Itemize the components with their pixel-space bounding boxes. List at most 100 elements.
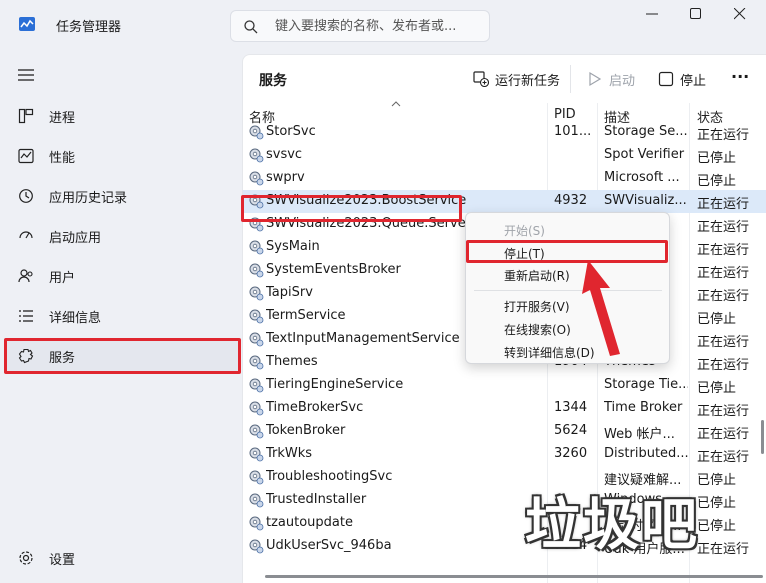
service-status: 已停止 bbox=[697, 519, 737, 534]
service-status: 正在运行 bbox=[697, 197, 750, 212]
menu-item-go-to-details[interactable]: 转到详细信息(D) bbox=[466, 340, 671, 362]
service-status: 已停止 bbox=[697, 312, 737, 327]
minimize-button[interactable] bbox=[632, 4, 672, 26]
service-description: Web 帐户... bbox=[604, 427, 675, 442]
service-name: swprv bbox=[266, 170, 305, 185]
menu-item-open-services[interactable]: 打开服务(V) bbox=[466, 294, 671, 316]
nav-item-startup-apps[interactable]: 启动应用 bbox=[6, 218, 238, 254]
close-icon bbox=[734, 8, 746, 20]
menu-separator bbox=[474, 290, 662, 291]
menu-item-label: 在线搜索(O) bbox=[504, 323, 571, 337]
service-gear-icon bbox=[248, 147, 264, 163]
service-status: 正在运行 bbox=[697, 358, 750, 373]
service-gear-icon bbox=[248, 285, 264, 301]
service-name: TroubleshootingSvc bbox=[266, 469, 393, 484]
toolbar-divider bbox=[570, 65, 571, 93]
table-row[interactable]: StorSvc 101... Storage Se... 正在运行 bbox=[243, 121, 766, 144]
service-gear-icon bbox=[248, 400, 264, 416]
startup-apps-icon bbox=[19, 231, 33, 239]
stop-button[interactable]: 停止 bbox=[658, 67, 710, 91]
start-button[interactable]: 启动 bbox=[587, 67, 639, 91]
service-pid: 3260 bbox=[554, 446, 588, 461]
watermark: 垃圾吧 bbox=[525, 493, 699, 558]
service-pid: 101... bbox=[554, 124, 592, 139]
service-description: Distributed... bbox=[604, 446, 688, 461]
processes-icon bbox=[18, 108, 34, 124]
service-name: TieringEngineService bbox=[266, 377, 404, 392]
nav-item-processes[interactable]: 进程 bbox=[6, 98, 238, 134]
close-button[interactable] bbox=[720, 4, 760, 26]
table-row[interactable]: TimeBrokerSvc 1344 Time Broker 正在运行 bbox=[243, 397, 766, 420]
nav-label: 性能 bbox=[49, 151, 76, 166]
service-name: tzautoupdate bbox=[266, 515, 353, 530]
service-name: TimeBrokerSvc bbox=[266, 400, 364, 415]
service-status: 正在运行 bbox=[697, 404, 750, 419]
table-row[interactable]: TieringEngineService Storage Tie... 已停止 bbox=[243, 374, 766, 397]
table-row[interactable]: TokenBroker 5624 Web 帐户... 正在运行 bbox=[243, 420, 766, 443]
service-status: 正在运行 bbox=[697, 128, 750, 143]
menu-item-search-online[interactable]: 在线搜索(O) bbox=[466, 317, 671, 339]
run-new-task-label: 运行新任务 bbox=[495, 74, 561, 89]
nav-item-users[interactable]: 用户 bbox=[6, 258, 238, 294]
nav-item-performance[interactable]: 性能 bbox=[6, 138, 238, 174]
nav-label: 应用历史记录 bbox=[49, 191, 128, 206]
nav-item-app-history[interactable]: 应用历史记录 bbox=[6, 178, 238, 214]
service-status: 已停止 bbox=[697, 496, 737, 511]
service-gear-icon bbox=[248, 308, 264, 324]
gear-icon bbox=[19, 551, 33, 565]
table-row[interactable]: swprv Microsoft ... 已停止 bbox=[243, 167, 766, 190]
service-description: Time Broker bbox=[604, 400, 683, 415]
service-description: Spot Verifier bbox=[604, 147, 685, 162]
service-gear-icon bbox=[248, 515, 264, 531]
service-status: 正在运行 bbox=[697, 289, 750, 304]
service-name: TrkWks bbox=[266, 446, 313, 461]
stop-label: 停止 bbox=[680, 74, 707, 89]
service-gear-icon bbox=[248, 446, 264, 462]
app-history-icon bbox=[19, 189, 33, 203]
red-arrow-icon bbox=[582, 260, 620, 356]
more-options-icon: ··· bbox=[731, 67, 750, 86]
highlight-selected-service bbox=[241, 195, 462, 222]
service-name: TokenBroker bbox=[266, 423, 346, 438]
service-gear-icon bbox=[248, 262, 264, 278]
service-status: 已停止 bbox=[697, 174, 737, 189]
service-status: 正在运行 bbox=[697, 335, 750, 350]
sort-ascending-icon bbox=[391, 101, 401, 107]
search-input[interactable] bbox=[275, 16, 480, 36]
menu-item-restart[interactable]: 重新启动(R) bbox=[466, 263, 671, 285]
service-description: Storage Se... bbox=[604, 124, 688, 139]
service-status: 已停止 bbox=[697, 473, 737, 488]
search-box[interactable] bbox=[230, 10, 490, 42]
nav-label: 设置 bbox=[49, 553, 76, 568]
service-gear-icon bbox=[248, 423, 264, 439]
title-bar: 任务管理器 bbox=[0, 0, 766, 50]
run-new-task-button[interactable]: 运行新任务 bbox=[473, 67, 563, 91]
highlight-stop-menu-item bbox=[466, 240, 668, 263]
more-options-button[interactable]: ··· bbox=[729, 67, 753, 91]
minimize-icon bbox=[646, 13, 658, 15]
nav-label: 详细信息 bbox=[49, 311, 102, 326]
table-row[interactable]: svsvc Spot Verifier 已停止 bbox=[243, 144, 766, 167]
table-row[interactable]: TrkWks 3260 Distributed... 正在运行 bbox=[243, 443, 766, 466]
nav-label: 进程 bbox=[49, 111, 76, 126]
nav-item-settings[interactable]: 设置 bbox=[6, 540, 238, 576]
menu-item-start[interactable]: 开始(S) bbox=[466, 218, 671, 240]
service-gear-icon bbox=[248, 239, 264, 255]
start-label: 启动 bbox=[609, 74, 636, 89]
run-task-icon bbox=[473, 71, 489, 87]
service-name: svsvc bbox=[266, 147, 303, 162]
maximize-button[interactable] bbox=[676, 4, 716, 26]
service-gear-icon bbox=[248, 377, 264, 393]
service-status: 正在运行 bbox=[697, 542, 750, 557]
highlight-services-nav bbox=[4, 338, 241, 374]
context-menu: 开始(S) 停止(T) 重新启动(R) 打开服务(V) 在线搜索(O) 转到详细… bbox=[465, 212, 670, 364]
vertical-scrollbar[interactable] bbox=[761, 420, 764, 454]
hamburger-menu-icon[interactable] bbox=[18, 68, 34, 82]
nav-label: 启动应用 bbox=[49, 231, 102, 246]
horizontal-scrollbar[interactable] bbox=[265, 575, 763, 578]
service-description: SWVisualiz... bbox=[604, 193, 687, 208]
nav-item-details[interactable]: 详细信息 bbox=[6, 298, 238, 334]
service-gear-icon bbox=[248, 354, 264, 370]
service-gear-icon bbox=[248, 124, 264, 140]
service-gear-icon bbox=[248, 538, 264, 554]
